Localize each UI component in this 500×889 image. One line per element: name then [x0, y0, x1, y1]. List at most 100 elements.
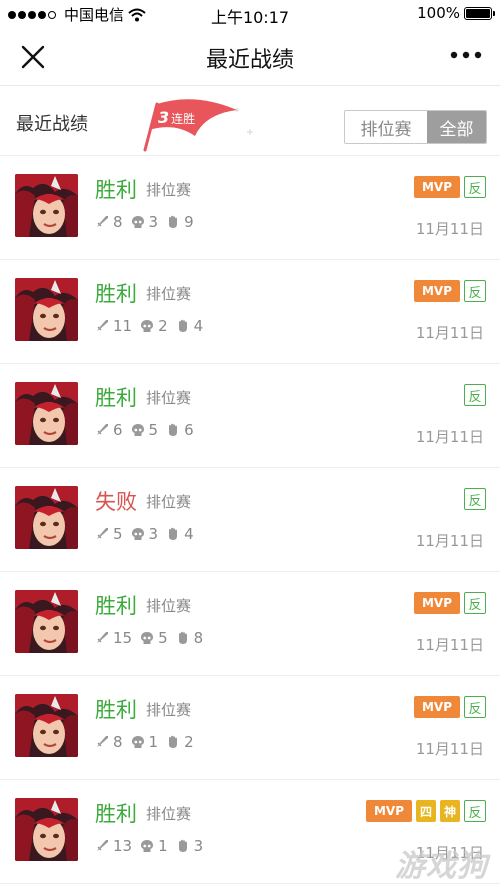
match-date: 11月11日	[415, 220, 484, 238]
kill-icon	[97, 424, 108, 435]
counter-badge: 反	[464, 488, 486, 510]
death-icon	[131, 736, 144, 748]
kill-icon	[97, 216, 108, 227]
kills-value: 6	[113, 421, 123, 439]
mvp-badge: MVP	[414, 696, 460, 718]
status-right: 100%	[417, 4, 495, 22]
match-row[interactable]: 胜利 排位赛 6 5 6 反 11月11日	[0, 364, 500, 468]
counter-badge: 反	[464, 592, 486, 614]
match-row[interactable]: 胜利 排位赛 15 5 8 MVP 反 11月11日	[0, 572, 500, 676]
hero-avatar	[15, 694, 78, 757]
tab-all[interactable]: 全部	[427, 111, 486, 143]
kills-value: 8	[113, 733, 123, 751]
match-mode: 排位赛	[146, 493, 192, 511]
kills-value: 11	[113, 317, 133, 335]
match-date: 11月11日	[415, 428, 484, 446]
deaths-value: 1	[148, 733, 159, 751]
match-date: 11月11日	[415, 636, 484, 654]
nav-bar: 最近战绩	[0, 28, 500, 86]
kills-value: 8	[113, 213, 123, 231]
badge-group: 反	[464, 488, 486, 510]
kda-stats: 8 1 2	[95, 733, 202, 751]
more-icon[interactable]	[448, 48, 484, 62]
match-row[interactable]: 胜利 排位赛 8 1 2 MVP 反 11月11日	[0, 676, 500, 780]
match-result: 胜利	[95, 282, 137, 306]
assists-value: 4	[184, 525, 194, 543]
assists-value: 8	[193, 629, 204, 647]
match-mode: 排位赛	[146, 701, 192, 719]
streak-label: 3 连胜	[158, 108, 195, 127]
hero-avatar	[15, 174, 78, 237]
match-row[interactable]: 胜利 排位赛 11 2 4 MVP 反 11月11日	[0, 260, 500, 364]
match-mode: 排位赛	[146, 181, 192, 199]
kda-stats: 8 3 9	[95, 213, 202, 231]
kda-stats: 13 1 3	[95, 837, 211, 855]
kda-stats: 5 3 4	[95, 525, 202, 543]
hero-avatar	[15, 798, 78, 861]
tab-ranked[interactable]: 排位赛	[345, 111, 427, 143]
match-result: 胜利	[95, 802, 137, 826]
kill-icon	[97, 528, 108, 539]
mvp-badge: MVP	[414, 176, 460, 198]
match-date: 11月11日	[415, 324, 484, 342]
watermark-logo: 游戏狗	[395, 849, 488, 884]
match-mode: 排位赛	[146, 285, 192, 303]
match-result: 胜利	[95, 178, 137, 202]
match-date: 11月11日	[415, 532, 484, 550]
quadra-kill-badge: 四	[416, 800, 436, 822]
filter-segment: 排位赛 全部	[344, 110, 487, 144]
hero-avatar	[15, 382, 78, 445]
mvp-badge: MVP	[366, 800, 412, 822]
assist-icon	[169, 527, 178, 540]
death-icon	[131, 216, 144, 228]
badge-group: MVP 反	[414, 592, 486, 614]
page-title: 最近战绩	[205, 48, 294, 73]
assists-value: 3	[193, 837, 204, 855]
death-icon	[141, 840, 154, 852]
counter-badge: 反	[464, 176, 486, 198]
match-result: 胜利	[95, 698, 137, 722]
battery-percent: 100%	[417, 4, 460, 22]
kills-value: 15	[113, 629, 133, 647]
section-title: 最近战绩	[16, 114, 88, 135]
deaths-value: 1	[158, 837, 168, 855]
match-mode: 排位赛	[146, 389, 192, 407]
match-result: 失败	[95, 490, 137, 514]
badge-group: 反	[464, 384, 486, 406]
kills-value: 5	[113, 525, 123, 543]
deaths-value: 3	[148, 213, 159, 231]
deaths-value: 5	[148, 421, 159, 439]
match-mode: 排位赛	[146, 597, 192, 615]
match-result: 胜利	[95, 594, 137, 618]
death-icon	[131, 424, 144, 436]
death-icon	[141, 320, 154, 332]
counter-badge: 反	[464, 280, 486, 302]
assist-icon	[169, 215, 178, 228]
match-row[interactable]: 失败 排位赛 5 3 4 反 11月11日	[0, 468, 500, 572]
badge-group: MVP 反	[414, 280, 486, 302]
kill-icon	[97, 736, 108, 747]
battery-icon	[464, 6, 495, 20]
badge-group: MVP 反	[414, 696, 486, 718]
death-icon	[131, 528, 144, 540]
mvp-badge: MVP	[414, 280, 460, 302]
subheader: 最近战绩 3 连胜 排位赛 全部	[0, 86, 500, 156]
assists-value: 2	[184, 733, 194, 751]
badge-group: MVP 四神反	[366, 800, 486, 822]
assists-value: 6	[184, 421, 194, 439]
match-row[interactable]: 胜利 排位赛 8 3 9 MVP 反 11月11日	[0, 156, 500, 260]
kda-stats: 11 2 4	[95, 317, 211, 335]
kda-stats: 15 5 8	[95, 629, 211, 647]
hero-avatar	[15, 590, 78, 653]
assist-icon	[178, 839, 187, 852]
kda-stats: 6 5 6	[95, 421, 202, 439]
assist-icon	[178, 631, 187, 644]
deaths-value: 2	[158, 317, 168, 335]
deaths-value: 5	[158, 629, 168, 647]
status-bar: 中国电信 上午10:17 100%	[0, 0, 500, 28]
hero-avatar	[15, 486, 78, 549]
match-result: 胜利	[95, 386, 137, 410]
kills-value: 13	[113, 837, 133, 855]
badge-group: MVP 反	[414, 176, 486, 198]
counter-badge: 反	[464, 800, 486, 822]
